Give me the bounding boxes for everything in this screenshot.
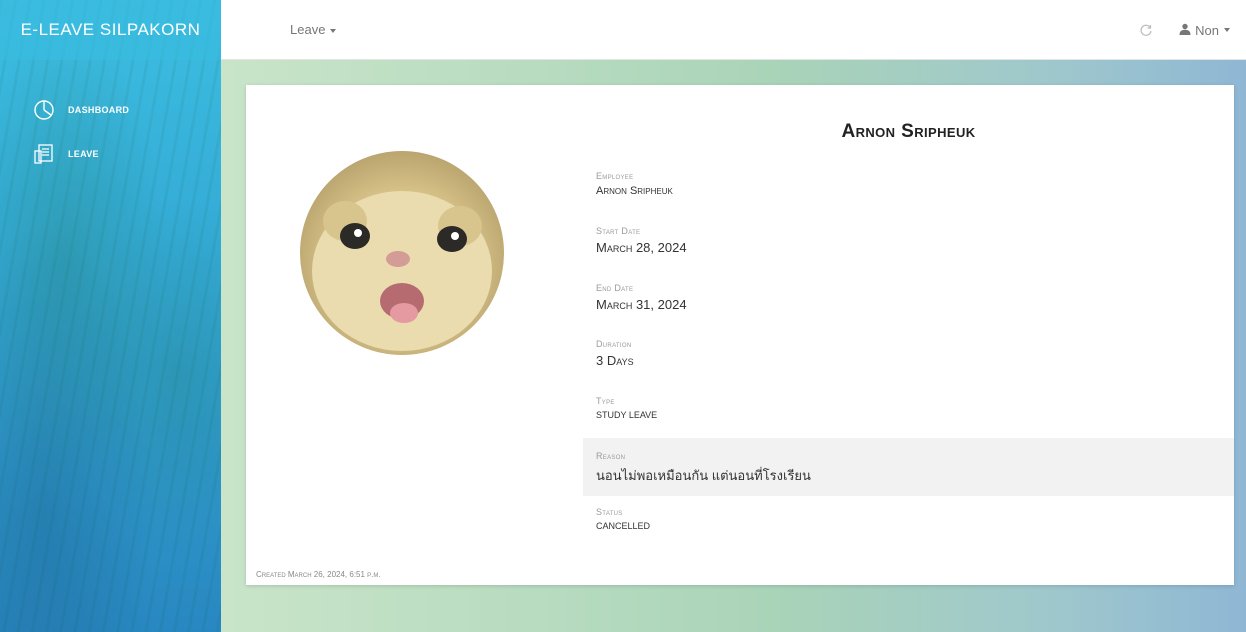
refresh-icon[interactable] <box>1139 23 1153 37</box>
field-value: March 28, 2024 <box>596 240 687 255</box>
sidebar-item-label: LEAVE <box>68 149 99 159</box>
field-reason: Reason นอนไม่พอเหมือนกัน แต่นอนที่โรงเรี… <box>596 451 1216 486</box>
field-employee: Employee Arnon Sripheuk <box>596 171 1216 197</box>
field-type: Type STUDY LEAVE <box>596 396 1216 420</box>
user-menu-dropdown[interactable]: Non <box>1179 23 1230 38</box>
field-label: Start Date <box>596 226 641 236</box>
field-label: Reason <box>596 451 626 461</box>
leave-icon <box>32 142 56 166</box>
user-icon <box>1179 23 1191 38</box>
employee-avatar <box>300 151 504 355</box>
employee-name-title: Arnon Sripheuk <box>841 121 976 142</box>
brand-title[interactable]: E-LEAVE SILPAKORN <box>0 0 221 60</box>
avatar-image <box>312 191 492 351</box>
leave-menu-dropdown[interactable]: Leave <box>290 22 337 37</box>
field-value: STUDY LEAVE <box>596 410 658 420</box>
top-navbar: Leave Non <box>221 0 1246 60</box>
field-start-date: Start Date March 28, 2024 <box>596 226 1216 255</box>
field-value: CANCELLED <box>596 521 651 531</box>
chevron-down-icon <box>1224 28 1230 32</box>
sidebar: E-LEAVE SILPAKORN DASHBOARD LEAVE <box>0 0 221 632</box>
field-label: Type <box>596 396 615 406</box>
field-label: End Date <box>596 283 634 293</box>
sidebar-nav: DASHBOARD LEAVE <box>0 88 221 176</box>
field-status: Status CANCELLED <box>596 507 1216 531</box>
chevron-down-icon <box>330 28 337 33</box>
field-duration: Duration 3 Days <box>596 339 1216 368</box>
field-value: Arnon Sripheuk <box>596 185 673 197</box>
sidebar-item-label: DASHBOARD <box>68 105 130 115</box>
leave-detail-card: Arnon Sripheuk Employee Arnon Sripheuk S… <box>246 85 1234 585</box>
created-timestamp: Created March 26, 2024, 6:51 p.m. <box>256 570 381 579</box>
field-end-date: End Date March 31, 2024 <box>596 283 1216 312</box>
sidebar-item-dashboard[interactable]: DASHBOARD <box>0 88 221 132</box>
field-label: Employee <box>596 171 634 181</box>
field-value: March 31, 2024 <box>596 297 687 312</box>
field-label: Status <box>596 507 623 517</box>
field-value: นอนไม่พอเหมือนกัน แต่นอนที่โรงเรียน <box>596 468 811 483</box>
user-name: Non <box>1195 22 1219 38</box>
field-label: Duration <box>596 339 632 349</box>
dashboard-icon <box>32 98 56 122</box>
leave-menu-label: Leave <box>290 22 326 37</box>
field-value: 3 Days <box>596 353 634 368</box>
top-right-controls: Non <box>1139 0 1230 60</box>
sidebar-item-leave[interactable]: LEAVE <box>0 132 221 176</box>
